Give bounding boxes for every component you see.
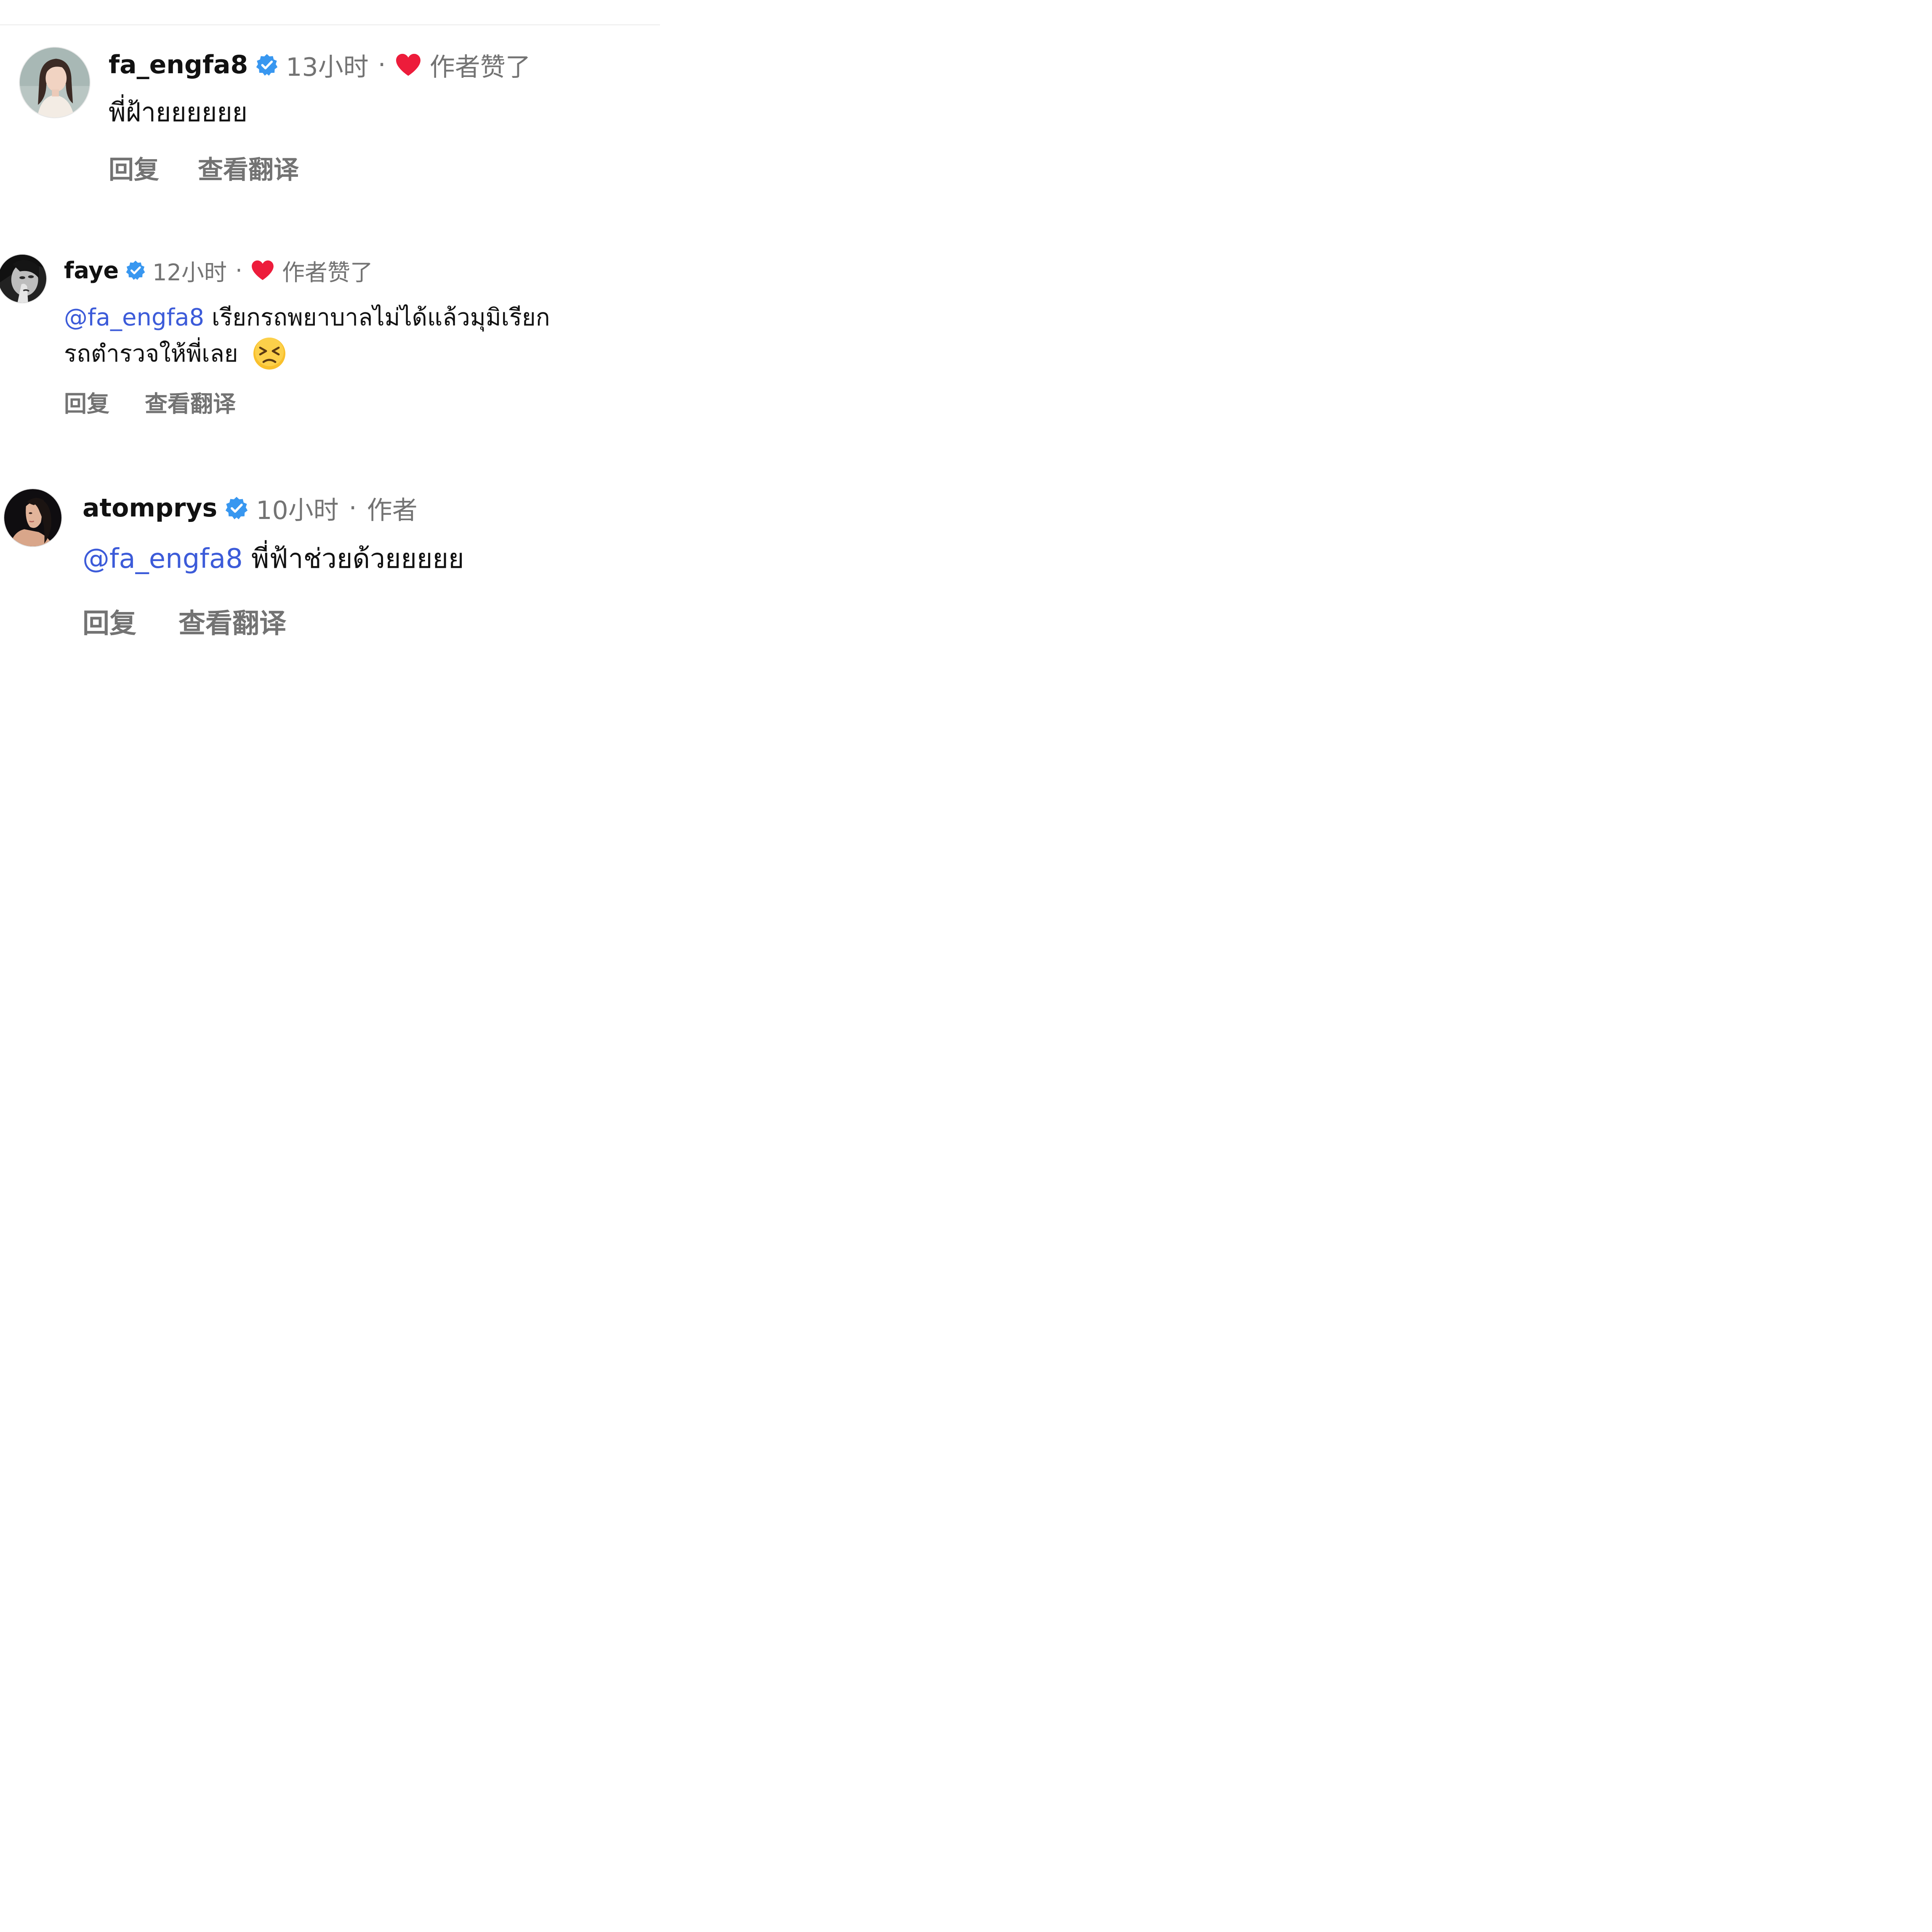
heart-icon — [395, 53, 421, 77]
comment-text: พี่ฝ้ายยยยยย — [109, 97, 247, 128]
avatar[interactable] — [3, 488, 62, 547]
see-translation-button[interactable]: 查看翻译 — [145, 385, 236, 418]
comment-header: atomprys 10小时 · 作者 — [82, 493, 418, 525]
verified-badge-icon — [225, 496, 248, 520]
timestamp: 10小时 — [256, 495, 339, 525]
avatar-image — [4, 489, 61, 546]
reply-button[interactable]: 回复 — [82, 602, 136, 641]
top-divider — [0, 24, 660, 25]
comment-header: faye 12小时 · 作者赞了 — [64, 257, 373, 286]
verified-badge-icon — [125, 260, 146, 280]
mention-link[interactable]: @fa_engfa8 — [82, 543, 243, 575]
author-liked-label: 作者赞了 — [429, 52, 531, 82]
reply-button[interactable]: 回复 — [109, 149, 159, 186]
comment-text: @fa_engfa8 พี่ฟ้าช่วยด้วยยยยย — [82, 543, 464, 575]
separator-dot: · — [349, 493, 357, 523]
comment-text: @fa_engfa8 เรียกรถพยาบาลไม่ได้แล้วมุมิเร… — [64, 300, 645, 372]
mention-link[interactable]: @fa_engfa8 — [64, 304, 204, 331]
author-label: 作者 — [367, 495, 418, 525]
username[interactable]: faye — [64, 257, 119, 284]
avatar[interactable] — [0, 254, 47, 303]
comment-actions: 回复 查看翻译 — [82, 602, 286, 641]
comment-header: fa_engfa8 13小时 · 作者赞了 — [109, 50, 531, 82]
separator-dot: · — [235, 257, 242, 284]
avatar-image — [20, 48, 90, 117]
comment-body-line2: รถตำรวจให้พี่เลย — [64, 340, 238, 367]
comment-body: พี่ฝ้ายยยยยย — [109, 97, 247, 128]
verified-badge-icon — [255, 53, 278, 76]
comment-actions: 回复 查看翻译 — [64, 385, 236, 418]
see-translation-button[interactable]: 查看翻译 — [198, 149, 299, 186]
comment-actions: 回复 查看翻译 — [109, 149, 299, 186]
comment-line-1: @fa_engfa8 เรียกรถพยาบาลไม่ได้แล้วมุมิเร… — [64, 300, 645, 336]
comment-body: พี่ฟ้าช่วยด้วยยยยย — [242, 543, 464, 575]
separator-dot: · — [378, 50, 386, 80]
username[interactable]: fa_engfa8 — [109, 50, 248, 80]
author-liked-label: 作者赞了 — [282, 259, 373, 286]
timestamp: 12小时 — [152, 259, 227, 286]
comment-body: เรียกรถพยาบาลไม่ได้แล้วมุมิเรียก — [204, 304, 550, 331]
avatar-image — [0, 255, 46, 303]
heart-icon — [251, 260, 274, 281]
timestamp: 13小时 — [286, 52, 369, 82]
persevering-face-emoji-icon — [253, 337, 286, 370]
avatar[interactable] — [19, 47, 90, 118]
username[interactable]: atomprys — [82, 493, 217, 523]
see-translation-button[interactable]: 查看翻译 — [178, 602, 286, 641]
reply-button[interactable]: 回复 — [64, 385, 109, 418]
comment-line-2: รถตำรวจให้พี่เลย — [64, 336, 645, 372]
